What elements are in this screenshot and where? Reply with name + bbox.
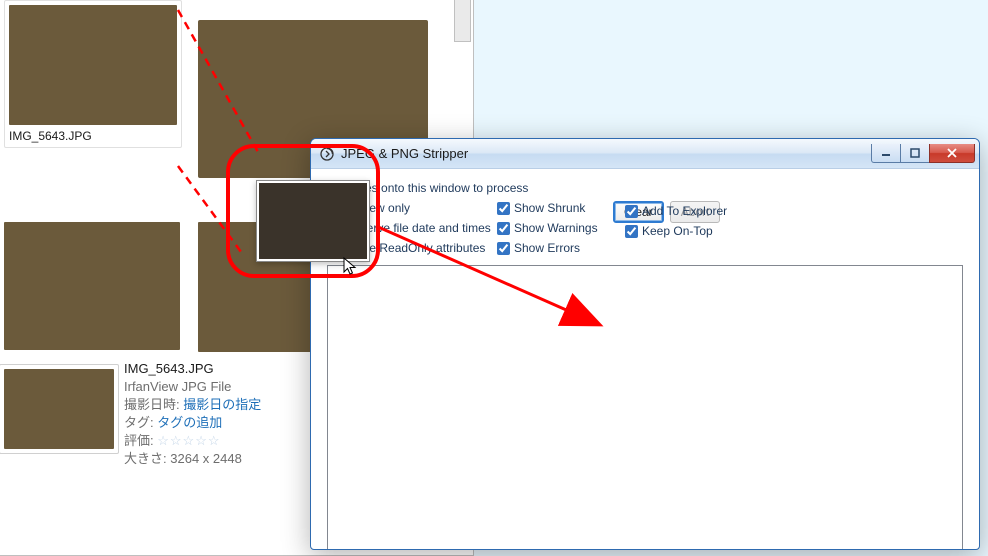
stripper-window: JPEG & PNG Stripper Drag files onto this…: [310, 138, 980, 550]
minimize-button[interactable]: [871, 144, 901, 163]
close-button[interactable]: [929, 144, 975, 163]
dialog-body: Drag files onto this window to process P…: [311, 169, 979, 550]
detail-size-value: 3264 x 2448: [170, 451, 242, 466]
explorer-scrollbar[interactable]: [454, 0, 471, 42]
detail-filetype: IrfanView JPG File: [124, 378, 261, 396]
opt-show-errors[interactable]: Show Errors: [497, 241, 599, 255]
thumbnail-image: [259, 183, 367, 259]
detail-date-value[interactable]: 撮影日の指定: [183, 397, 261, 412]
file-thumb[interactable]: IMG_5643.JPG: [4, 0, 182, 148]
opt-show-warnings[interactable]: Show Warnings: [497, 221, 599, 235]
detail-rating-value[interactable]: ☆☆☆☆☆: [157, 433, 220, 448]
thumbnail-image: [4, 369, 114, 449]
cursor-icon: [343, 257, 359, 277]
detail-filename: IMG_5643.JPG: [124, 360, 261, 378]
detail-tag-label: タグ:: [124, 415, 154, 430]
titlebar[interactable]: JPEG & PNG Stripper: [311, 139, 979, 169]
detail-date-label: 撮影日時:: [124, 397, 180, 412]
log-textarea[interactable]: [327, 265, 963, 550]
thumbnail-caption: IMG_5643.JPG: [9, 125, 177, 143]
opt-show-shrunk[interactable]: Show Shrunk: [497, 201, 599, 215]
app-icon: [319, 146, 335, 162]
detail-tag-value[interactable]: タグの追加: [157, 415, 222, 430]
detail-rating-label: 評価:: [124, 433, 154, 448]
file-details: IMG_5643.JPG IrfanView JPG File 撮影日時: 撮影…: [124, 360, 261, 468]
opt-keep-on-top[interactable]: Keep On-Top: [625, 224, 727, 238]
thumbnail-image: [4, 222, 180, 350]
file-thumb[interactable]: [4, 222, 180, 350]
opt-add-to-explorer[interactable]: Add To Explorer: [625, 204, 727, 218]
drop-hint: Drag files onto this window to process: [327, 181, 965, 195]
window-title: JPEG & PNG Stripper: [341, 146, 872, 161]
detail-thumb: [0, 364, 119, 454]
detail-size-label: 大きさ:: [124, 451, 167, 466]
drag-ghost-thumb: [256, 180, 370, 262]
thumbnail-image: [9, 5, 177, 125]
maximize-button[interactable]: [900, 144, 930, 163]
